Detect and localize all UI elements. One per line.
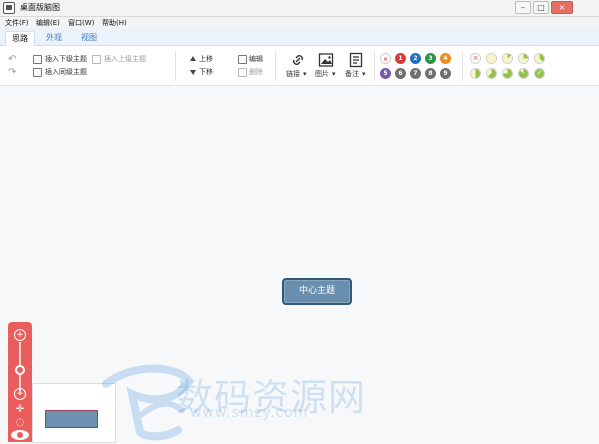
- insert-child-button[interactable]: 插入下级主题: [45, 55, 87, 64]
- progress-fill: [487, 54, 496, 63]
- progress-6-icon[interactable]: [486, 68, 497, 79]
- zoom-in-button[interactable]: +: [14, 329, 26, 341]
- toolbar-separator: [374, 51, 375, 81]
- progress-fill: [535, 54, 544, 63]
- insert-child-icon: [33, 55, 42, 64]
- close-button[interactable]: ×: [551, 1, 573, 14]
- ribbon-tabs: 思路 外观 视图: [0, 29, 599, 46]
- complete-check-icon: ✓: [536, 69, 543, 77]
- menu-file[interactable]: 文件(F): [5, 17, 29, 29]
- ribbon-toolbar: ↶ ↷ 插入下级主题 插入上级主题 插入同级主题 上移 下移 编辑 删除 链接 …: [0, 46, 599, 86]
- move-up-icon: [190, 56, 196, 61]
- menu-bar: 文件(F) 编辑(E) 窗口(W) 帮助(H): [0, 17, 599, 29]
- progress-fill: [471, 69, 480, 78]
- clear-progress-icon[interactable]: ×: [470, 53, 481, 64]
- priority-3-icon[interactable]: 3: [425, 53, 436, 64]
- progress-8-icon[interactable]: [518, 68, 529, 79]
- insert-sibling-icon: [33, 68, 42, 77]
- toolbar-separator: [275, 51, 276, 81]
- progress-1-icon[interactable]: [486, 53, 497, 64]
- priority-7-icon[interactable]: 7: [410, 68, 421, 79]
- minimize-button[interactable]: –: [515, 1, 531, 14]
- insert-parent-icon: [92, 55, 101, 64]
- link-icon[interactable]: [290, 52, 306, 68]
- tab-ideas[interactable]: 思路: [5, 31, 35, 46]
- progress-fill: [519, 54, 528, 63]
- priority-4-icon[interactable]: 4: [440, 53, 451, 64]
- window-title: 桌面版脑图: [20, 3, 60, 12]
- fit-icon[interactable]: ◌: [14, 417, 26, 429]
- progress-7-icon[interactable]: [502, 68, 513, 79]
- image-icon[interactable]: [318, 52, 334, 68]
- image-dropdown-icon[interactable]: ▾: [332, 70, 336, 79]
- priority-6-icon[interactable]: 6: [395, 68, 406, 79]
- progress-4-icon[interactable]: [534, 53, 545, 64]
- move-down-button[interactable]: 下移: [199, 68, 213, 77]
- delete-icon: [238, 68, 247, 77]
- menu-help[interactable]: 帮助(H): [102, 17, 127, 29]
- progress-9-icon[interactable]: ✓: [534, 68, 545, 79]
- note-icon[interactable]: [348, 52, 364, 68]
- clear-priority-icon[interactable]: ×: [380, 53, 391, 64]
- watermark-url: www.smzy.com: [190, 405, 309, 421]
- zoom-out-button[interactable]: −: [14, 388, 26, 400]
- eye-icon[interactable]: [11, 430, 29, 440]
- edit-button[interactable]: 编辑: [249, 55, 263, 64]
- link-label[interactable]: 链接: [286, 70, 300, 79]
- tab-view[interactable]: 视图: [75, 31, 103, 46]
- move-down-icon: [190, 70, 196, 75]
- undo-icon[interactable]: ↶: [8, 55, 16, 65]
- title-bar: 桌面版脑图 – □ ×: [0, 0, 599, 17]
- tab-appearance[interactable]: 外观: [40, 31, 68, 46]
- progress-fill: [503, 69, 512, 78]
- delete-button[interactable]: 删除: [249, 68, 263, 77]
- zoom-slider-handle[interactable]: [15, 365, 25, 375]
- maximize-button[interactable]: □: [533, 1, 549, 14]
- clear-x-icon: ×: [472, 54, 479, 62]
- progress-3-icon[interactable]: [518, 53, 529, 64]
- link-dropdown-icon[interactable]: ▾: [303, 70, 307, 79]
- progress-2-icon[interactable]: [502, 53, 513, 64]
- priority-5-icon[interactable]: 5: [380, 68, 391, 79]
- progress-5-icon[interactable]: [470, 68, 481, 79]
- note-dropdown-icon[interactable]: ▾: [362, 70, 366, 79]
- priority-2-icon[interactable]: 2: [410, 53, 421, 64]
- redo-icon[interactable]: ↷: [8, 68, 16, 78]
- image-label[interactable]: 图片: [315, 70, 329, 79]
- move-icon[interactable]: ✛: [14, 404, 26, 416]
- menu-window[interactable]: 窗口(W): [68, 17, 94, 29]
- edit-icon: [238, 55, 247, 64]
- priority-8-icon[interactable]: 8: [425, 68, 436, 79]
- toolbar-separator: [462, 51, 463, 81]
- move-up-button[interactable]: 上移: [199, 55, 213, 64]
- progress-fill: [519, 69, 528, 78]
- central-topic[interactable]: 中心主题: [282, 278, 352, 305]
- app-icon: [3, 2, 15, 14]
- progress-fill: [487, 69, 496, 78]
- toolbar-separator: [175, 51, 176, 81]
- insert-parent-button[interactable]: 插入上级主题: [104, 55, 146, 64]
- minimap-node: [45, 410, 98, 428]
- priority-1-icon[interactable]: 1: [395, 53, 406, 64]
- priority-9-icon[interactable]: 9: [440, 68, 451, 79]
- progress-fill: [503, 54, 512, 63]
- menu-edit[interactable]: 编辑(E): [36, 17, 60, 29]
- insert-sibling-button[interactable]: 插入同级主题: [45, 68, 87, 77]
- note-label[interactable]: 备注: [345, 70, 359, 79]
- zoom-panel: + − ✛ ◌: [8, 322, 32, 442]
